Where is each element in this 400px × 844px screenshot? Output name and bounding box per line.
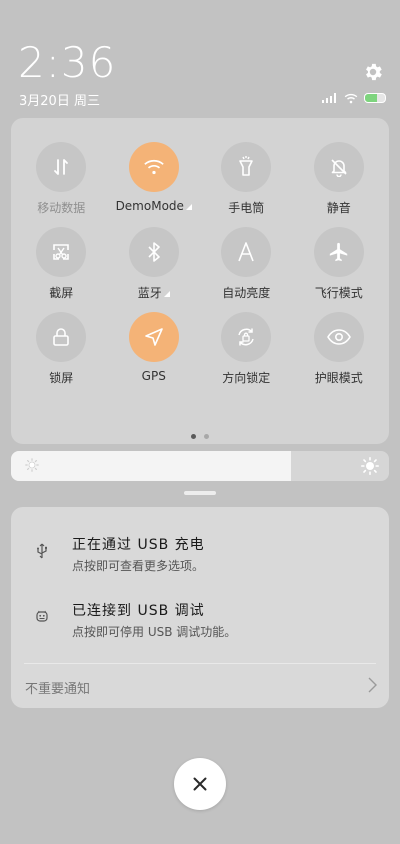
brightness-fill (11, 451, 291, 481)
chevron-right-icon (368, 677, 377, 693)
page-dot-2 (204, 434, 209, 439)
screenshot-icon (53, 244, 70, 260)
tile-circle[interactable] (36, 312, 87, 362)
brightness-low-icon (25, 458, 39, 472)
tile-circle[interactable] (128, 227, 179, 277)
tile-lock-screen[interactable]: 锁屏 (15, 312, 108, 385)
tile-label: 静音 (326, 201, 351, 215)
gear-icon[interactable] (362, 61, 384, 83)
tile-mobile-data[interactable]: 移动数据 (15, 142, 108, 215)
usb-icon (37, 543, 47, 559)
page-indicator (191, 434, 209, 439)
status-indicators (322, 91, 386, 105)
quick-settings-grid: 移动数据 DemoMode 手电筒 静音 截屏 蓝牙 自动亮度 飞行模式 锁屏 … (15, 142, 385, 385)
tile-flashlight[interactable]: 手电筒 (200, 142, 293, 215)
flashlight-icon (239, 156, 254, 176)
tile-wifi[interactable]: DemoMode (108, 142, 201, 215)
tile-circle[interactable] (221, 227, 272, 277)
unimportant-notifications-row[interactable]: 不重要通知 (11, 664, 389, 708)
close-button[interactable] (174, 758, 226, 810)
notification-card: 正在通过 USB 充电 点按即可查看更多选项。 已连接到 USB 调试 点按即可… (11, 507, 389, 708)
battery-icon (364, 93, 386, 103)
brightness-slider[interactable] (11, 451, 389, 481)
notification-usb-charging[interactable]: 正在通过 USB 充电 点按即可查看更多选项。 (11, 527, 389, 577)
airplane-icon (329, 242, 347, 262)
android-debug-icon (36, 610, 48, 622)
notification-subtitle: 点按即可查看更多选项。 (72, 559, 205, 573)
tile-label: 蓝牙 (138, 284, 170, 300)
tile-label: 手电筒 (228, 201, 265, 215)
tile-silent[interactable]: 静音 (293, 142, 386, 215)
brightness-high-icon (361, 457, 379, 475)
tile-gps[interactable]: GPS (108, 312, 201, 385)
silent-icon (331, 159, 347, 177)
tile-label: 护眼模式 (314, 371, 363, 385)
tile-eye-protection[interactable]: 护眼模式 (293, 312, 386, 385)
notification-subtitle: 点按即可停用 USB 调试功能。 (72, 625, 237, 639)
tile-bluetooth[interactable]: 蓝牙 (108, 227, 201, 300)
close-icon (193, 777, 207, 791)
tile-auto-brightness[interactable]: 自动亮度 (200, 227, 293, 300)
tile-circle[interactable] (313, 312, 364, 362)
rotation-lock-icon (238, 328, 254, 346)
wifi-icon (344, 93, 358, 103)
tile-airplane[interactable]: 飞行模式 (293, 227, 386, 300)
tile-circle[interactable] (313, 227, 364, 277)
drag-handle[interactable] (184, 491, 216, 495)
lock-icon (53, 328, 70, 346)
tile-circle[interactable] (128, 312, 179, 362)
bluetooth-icon (148, 242, 160, 262)
tile-circle[interactable] (36, 227, 87, 277)
tile-label: 锁屏 (49, 371, 74, 385)
tile-circle[interactable] (36, 142, 87, 192)
date-label: 3月20日 周三 (19, 94, 100, 109)
tile-label: 飞行模式 (314, 286, 363, 300)
notification-usb-debugging[interactable]: 已连接到 USB 调试 点按即可停用 USB 调试功能。 (11, 593, 389, 643)
tile-rotation-lock[interactable]: 方向锁定 (200, 312, 293, 385)
tile-label: 移动数据 (37, 201, 86, 215)
notification-title: 已连接到 USB 调试 (72, 603, 205, 619)
tile-label: GPS (141, 369, 166, 383)
quick-settings-panel: 移动数据 DemoMode 手电筒 静音 截屏 蓝牙 自动亮度 飞行模式 锁屏 … (11, 118, 389, 444)
notification-title: 正在通过 USB 充电 (72, 537, 205, 553)
tile-label: 方向锁定 (222, 371, 271, 385)
eye-icon (326, 329, 351, 345)
tile-label: DemoMode (116, 199, 192, 215)
clock-time: 2:36 (18, 38, 117, 87)
signal-icon (322, 93, 336, 103)
tile-circle[interactable] (128, 142, 179, 192)
wifi-icon (144, 159, 164, 175)
page-dot-1 (191, 434, 196, 439)
tile-screenshot[interactable]: 截屏 (15, 227, 108, 300)
gps-icon (144, 328, 163, 346)
tile-label: 自动亮度 (222, 286, 271, 300)
tile-circle[interactable] (221, 142, 272, 192)
tile-label: 截屏 (49, 286, 74, 300)
tile-circle[interactable] (221, 312, 272, 362)
tile-circle[interactable] (313, 142, 364, 192)
mobile-data-icon (54, 159, 69, 175)
auto-brightness-icon (238, 242, 254, 262)
unimportant-notifications-label: 不重要通知 (25, 682, 91, 697)
